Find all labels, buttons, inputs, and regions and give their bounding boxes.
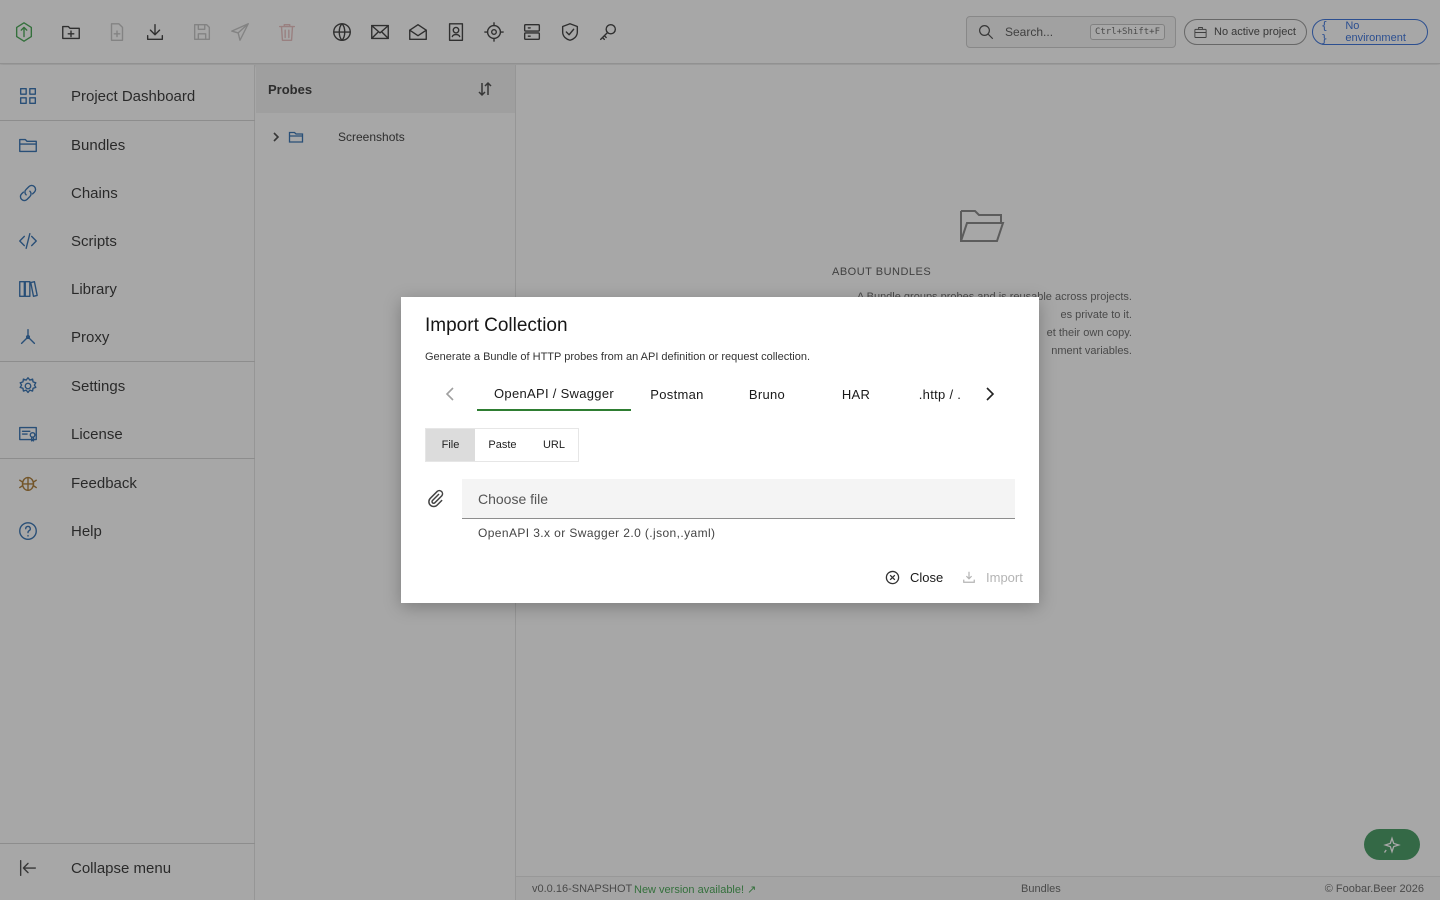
dialog-title: Import Collection — [425, 315, 568, 336]
chevron-right-icon[interactable] — [981, 385, 999, 403]
tab-postman[interactable]: Postman — [631, 377, 723, 411]
close-circle-icon — [885, 570, 900, 584]
import-button[interactable]: Import — [962, 567, 1023, 587]
tab-har[interactable]: HAR — [811, 377, 901, 411]
tab-bruno[interactable]: Bruno — [723, 377, 811, 411]
close-button[interactable]: Close — [885, 567, 943, 587]
import-collection-dialog: Import Collection Generate a Bundle of H… — [401, 297, 1039, 603]
format-tabs: OpenAPI / Swagger Postman Bruno HAR .htt… — [425, 377, 1015, 413]
close-button-label: Close — [910, 569, 944, 585]
tab-openapi-swagger[interactable]: OpenAPI / Swagger — [477, 377, 631, 411]
tab-http[interactable]: .http / . — [901, 377, 979, 411]
file-chooser-input[interactable]: Choose file — [462, 479, 1015, 519]
import-icon — [963, 571, 975, 583]
source-mode-paste[interactable]: Paste — [475, 429, 530, 461]
file-helper-text: OpenAPI 3.x or Swagger 2.0 (.json,.yaml) — [478, 526, 716, 540]
import-button-label: Import — [986, 569, 1023, 585]
source-mode-url[interactable]: URL — [530, 429, 578, 461]
source-mode-switcher: File Paste URL — [425, 428, 579, 462]
file-chooser-placeholder: Choose file — [478, 490, 549, 507]
chevron-left-icon[interactable] — [441, 385, 459, 403]
source-mode-file[interactable]: File — [426, 429, 475, 461]
dialog-description: Generate a Bundle of HTTP probes from an… — [425, 351, 811, 363]
paperclip-icon — [428, 489, 444, 508]
